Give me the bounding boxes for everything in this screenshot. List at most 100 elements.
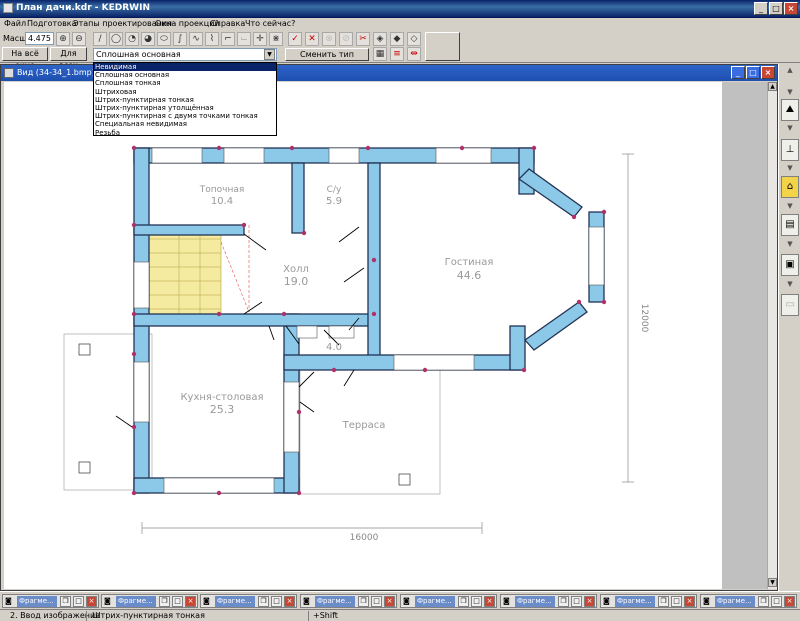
- section-tool-icon[interactable]: ⊥: [781, 139, 799, 161]
- linetype-option-hidden[interactable]: Невидимая: [94, 63, 276, 72]
- trim-icon[interactable]: ⊗: [322, 32, 336, 46]
- close-icon[interactable]: ×: [684, 596, 695, 607]
- extend-icon[interactable]: ⊘: [339, 32, 353, 46]
- fillet-tool-icon[interactable]: ⌐: [221, 32, 235, 46]
- fragment-window[interactable]: ◙ Фрагме... ❐ □ ×: [300, 594, 397, 608]
- restore-icon[interactable]: ❐: [458, 596, 469, 607]
- hatch-icon[interactable]: ▦: [373, 47, 387, 61]
- linetype-option-dashdot-thick[interactable]: Штрих-пунктирная утолщённая: [94, 104, 276, 112]
- maximize-icon[interactable]: □: [471, 596, 482, 607]
- maximize-icon[interactable]: □: [571, 596, 582, 607]
- maximize-icon[interactable]: □: [671, 596, 682, 607]
- line-tool-icon[interactable]: /: [93, 32, 107, 46]
- panel-down3-icon[interactable]: ▼: [783, 164, 797, 172]
- linetype-option-dashed[interactable]: Штриховая: [94, 88, 276, 96]
- restore-icon[interactable]: ❐: [258, 596, 269, 607]
- chevron-down-icon[interactable]: ▼: [264, 49, 275, 60]
- fragment-window[interactable]: ◙ Фрагме... ❐ □ ×: [101, 594, 198, 608]
- maximize-icon[interactable]: □: [771, 596, 782, 607]
- for-all-button[interactable]: Для всех: [50, 47, 87, 70]
- delete-line-icon[interactable]: ✕: [305, 32, 319, 46]
- restore-icon[interactable]: ❐: [558, 596, 569, 607]
- linetype-select[interactable]: Сплошная основная ▼: [93, 48, 277, 61]
- close-icon[interactable]: ×: [484, 596, 495, 607]
- close-icon[interactable]: ×: [784, 596, 795, 607]
- restore-icon[interactable]: ❐: [358, 596, 369, 607]
- chamfer-tool-icon[interactable]: ⌙: [237, 32, 251, 46]
- close-icon[interactable]: ×: [784, 2, 798, 15]
- arc3-tool-icon[interactable]: ◕: [141, 32, 155, 46]
- restore-icon[interactable]: ❐: [159, 596, 170, 607]
- menu-file[interactable]: Файл: [4, 19, 26, 28]
- view-tool-icon[interactable]: ⛰: [781, 99, 799, 121]
- break-line-icon[interactable]: ✂: [356, 32, 370, 46]
- linetype-option-solid-thin[interactable]: Сплошная тонкая: [94, 79, 276, 87]
- vertical-scrollbar[interactable]: ▲ ▼: [767, 82, 777, 589]
- dimension-icon[interactable]: ⇹: [407, 47, 421, 61]
- panel-down5-icon[interactable]: ▼: [783, 240, 797, 248]
- panel-down2-icon[interactable]: ▼: [783, 124, 797, 132]
- scroll-up-icon[interactable]: ▲: [768, 82, 777, 91]
- zoom-in-icon[interactable]: ⊕: [56, 32, 70, 46]
- measure-icon[interactable]: ◈: [373, 32, 387, 46]
- maximize-icon[interactable]: □: [73, 596, 84, 607]
- check-line-icon[interactable]: ✓: [288, 32, 302, 46]
- fit-window-button[interactable]: На всё окно: [2, 47, 48, 70]
- minimize-icon[interactable]: _: [754, 2, 768, 15]
- properties-icon[interactable]: ◆: [390, 32, 404, 46]
- menu-prepare[interactable]: Подготовка: [27, 19, 77, 28]
- fragment-window[interactable]: ◙ Фрагме... ❐ □ ×: [2, 594, 99, 608]
- empty-tool-button[interactable]: [425, 32, 460, 61]
- linetype-option-dashdot-thin[interactable]: Штрих-пунктирная тонкая: [94, 96, 276, 104]
- layout-tool-icon[interactable]: ⌂: [781, 176, 799, 198]
- panel-down4-icon[interactable]: ▼: [783, 202, 797, 210]
- maximize-icon[interactable]: □: [172, 596, 183, 607]
- panel-down-icon[interactable]: ▼: [783, 88, 797, 96]
- arc-tool-icon[interactable]: ◔: [125, 32, 139, 46]
- print-tool-icon[interactable]: ▭: [781, 294, 799, 316]
- fragment-window[interactable]: ◙ Фрагме... ❐ □ ×: [600, 594, 697, 608]
- maximize-icon[interactable]: □: [371, 596, 382, 607]
- fragment-window[interactable]: ◙ Фрагме... ❐ □ ×: [200, 594, 297, 608]
- scale-input[interactable]: 4.475: [25, 32, 54, 45]
- sheet-tool-icon[interactable]: ▣: [781, 254, 799, 276]
- linetype-option-special-hidden[interactable]: Специальная невидимая: [94, 120, 276, 128]
- restore-icon[interactable]: ❐: [758, 596, 769, 607]
- restore-icon[interactable]: ❐: [658, 596, 669, 607]
- fragment-window[interactable]: ◙ Фрагме... ❐ □ ×: [400, 594, 497, 608]
- text-icon[interactable]: ≡: [390, 47, 404, 61]
- linetype-option-solid-main[interactable]: Сплошная основная: [94, 71, 276, 79]
- spline-tool-icon[interactable]: ∫: [173, 32, 187, 46]
- ellipse-tool-icon[interactable]: ⬭: [157, 32, 171, 46]
- doc-maximize-icon[interactable]: □: [746, 66, 760, 79]
- drawing-canvas[interactable]: Топочная 10.4 С/у 5.9 Холл 19.0 Гостиная…: [4, 82, 722, 589]
- maximize-icon[interactable]: □: [271, 596, 282, 607]
- panel-up-icon[interactable]: ▲: [783, 66, 797, 74]
- close-icon[interactable]: ×: [384, 596, 395, 607]
- scroll-down-icon[interactable]: ▼: [768, 578, 777, 587]
- close-icon[interactable]: ×: [86, 596, 97, 607]
- point-tool-icon[interactable]: ⋇: [269, 32, 283, 46]
- fragment-window[interactable]: ◙ Фрагме... ❐ □ ×: [700, 594, 797, 608]
- close-icon[interactable]: ×: [584, 596, 595, 607]
- doc-minimize-icon[interactable]: _: [731, 66, 745, 79]
- fragment-window[interactable]: ◙ Фрагме... ❐ □ ×: [500, 594, 597, 608]
- change-linetype-button[interactable]: Сменить тип линии: [285, 48, 369, 71]
- close-icon[interactable]: ×: [185, 596, 196, 607]
- zoom-out-icon[interactable]: ⊖: [72, 32, 86, 46]
- menu-whats-now[interactable]: Что сейчас?: [245, 19, 295, 28]
- doc-close-icon[interactable]: ×: [761, 66, 775, 79]
- table-tool-icon[interactable]: ▤: [781, 214, 799, 236]
- panel-down6-icon[interactable]: ▼: [783, 280, 797, 288]
- linetype-option-dashdotdot-thin[interactable]: Штрих-пунктирная с двумя точками тонкая: [94, 112, 276, 120]
- linetype-option-thread[interactable]: Резьба: [94, 129, 276, 137]
- maximize-icon[interactable]: □: [769, 2, 783, 15]
- polyline-tool-icon[interactable]: ⌇: [205, 32, 219, 46]
- layers-icon[interactable]: ◇: [407, 32, 421, 46]
- curve-tool-icon[interactable]: ∿: [189, 32, 203, 46]
- restore-icon[interactable]: ❐: [60, 596, 71, 607]
- menu-help[interactable]: Справка: [210, 19, 245, 28]
- close-icon[interactable]: ×: [284, 596, 295, 607]
- linetype-dropdown-list[interactable]: Невидимая Сплошная основная Сплошная тон…: [93, 62, 277, 137]
- circle-tool-icon[interactable]: ◯: [109, 32, 123, 46]
